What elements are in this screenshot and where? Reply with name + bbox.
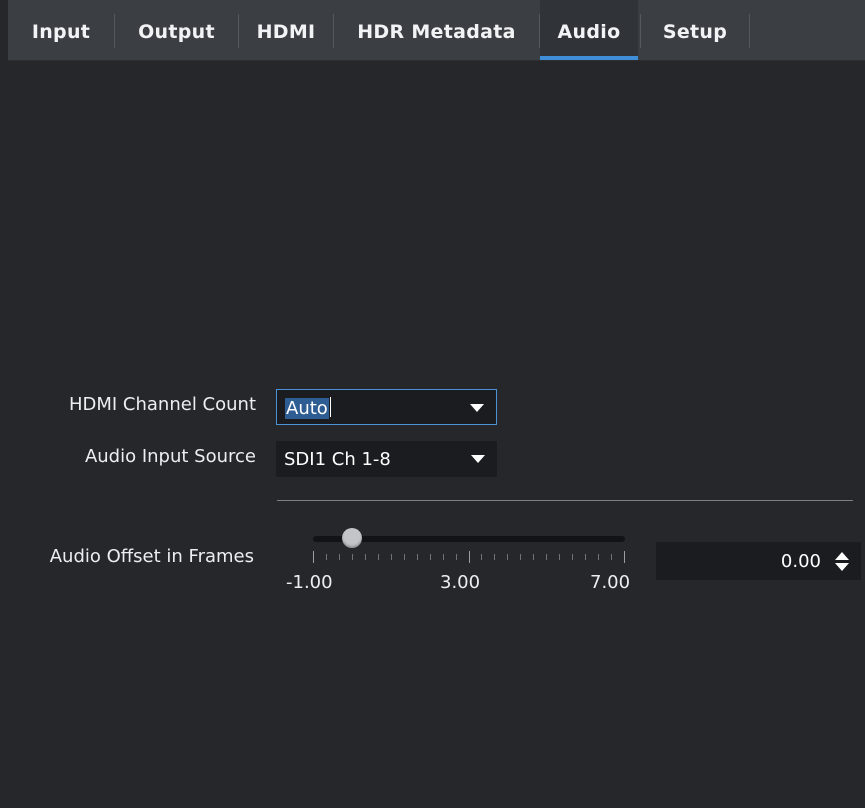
- tab-hdmi[interactable]: HDMI: [239, 0, 333, 60]
- slider-tick: [417, 554, 418, 560]
- tab-hdr-metadata-label: HDR Metadata: [357, 21, 516, 43]
- hdmi-channel-count-select[interactable]: Auto: [276, 389, 497, 425]
- slider-tick: [559, 554, 560, 560]
- slider-tick: [404, 554, 405, 560]
- slider-tick: [507, 554, 508, 560]
- tab-input-label: Input: [31, 21, 91, 43]
- chevron-down-icon[interactable]: [835, 563, 849, 571]
- slider-tick: [430, 554, 431, 560]
- audio-input-source-label: Audio Input Source: [84, 446, 256, 467]
- chevron-down-icon: [471, 455, 485, 463]
- audio-offset-value: 0.00: [780, 551, 821, 572]
- chevron-down-icon: [470, 404, 484, 412]
- tab-bar: Input Output HDMI HDR Metadata Audio Set…: [8, 0, 865, 61]
- stepper-arrows-icon[interactable]: [835, 552, 849, 572]
- slider-tick-label-max: 7.00: [590, 572, 631, 593]
- tab-output[interactable]: Output: [115, 0, 238, 60]
- slider-tick: [339, 554, 340, 560]
- text-cursor: [329, 397, 331, 417]
- audio-offset-spinbox[interactable]: 0.00: [656, 542, 861, 580]
- slider-tick: [520, 554, 521, 560]
- slider-tick: [326, 554, 327, 560]
- slider-tick-label-min: -1.00: [286, 572, 333, 593]
- slider-tick: [378, 554, 379, 560]
- slider-tick: [352, 554, 353, 560]
- slider-tick: [598, 554, 599, 560]
- audio-settings-window: Input Output HDMI HDR Metadata Audio Set…: [0, 0, 865, 808]
- audio-input-source-select[interactable]: SDI1 Ch 1-8: [276, 441, 497, 477]
- slider-tick: [494, 554, 495, 560]
- tab-input[interactable]: Input: [8, 0, 114, 60]
- tab-output-label: Output: [138, 21, 215, 43]
- chevron-up-icon[interactable]: [835, 552, 849, 560]
- slider-tick-label-mid: 3.00: [440, 572, 481, 593]
- slider-tick: [391, 554, 392, 560]
- tab-separator: [749, 14, 750, 48]
- audio-input-source-value: SDI1 Ch 1-8: [284, 449, 391, 470]
- hdmi-channel-count-value: Auto: [285, 390, 331, 428]
- slider-tick: [481, 554, 482, 560]
- audio-offset-slider-thumb[interactable]: [342, 528, 362, 548]
- slider-tick: [469, 551, 470, 563]
- tab-setup-label: Setup: [662, 21, 728, 43]
- section-divider: [277, 500, 853, 501]
- slider-tick: [456, 554, 457, 560]
- audio-offset-label: Audio Offset in Frames: [49, 546, 254, 567]
- tab-audio[interactable]: Audio: [540, 0, 638, 60]
- audio-offset-slider-ticks: [313, 551, 625, 565]
- slider-tick: [611, 554, 612, 560]
- hdmi-channel-count-label: HDMI Channel Count: [68, 394, 256, 415]
- tab-hdmi-label: HDMI: [256, 21, 316, 43]
- slider-tick: [533, 554, 534, 560]
- slider-tick: [624, 551, 625, 563]
- active-tab-indicator: [540, 56, 638, 60]
- tab-hdr-metadata[interactable]: HDR Metadata: [334, 0, 539, 60]
- slider-tick: [365, 554, 366, 560]
- slider-tick: [572, 554, 573, 560]
- slider-tick: [313, 551, 314, 563]
- tab-audio-label: Audio: [557, 21, 621, 43]
- slider-tick: [546, 554, 547, 560]
- slider-tick: [585, 554, 586, 560]
- tab-setup[interactable]: Setup: [641, 0, 749, 60]
- slider-tick: [443, 554, 444, 560]
